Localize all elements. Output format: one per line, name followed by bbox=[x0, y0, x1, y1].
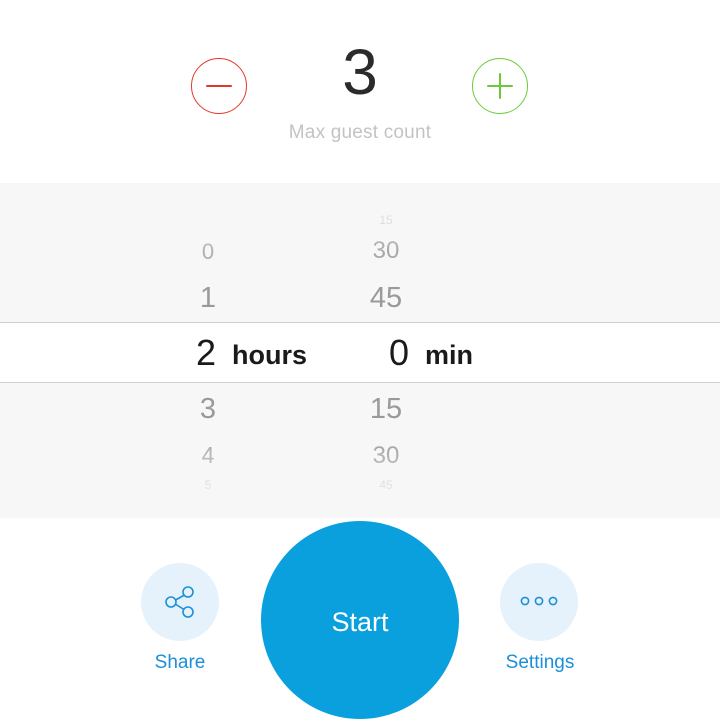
minutes-option[interactable]: 45 bbox=[346, 479, 426, 491]
start-button[interactable]: Start bbox=[261, 521, 459, 719]
guest-count-label: Max guest count bbox=[288, 122, 432, 143]
settings-button[interactable] bbox=[500, 563, 578, 641]
minus-icon bbox=[206, 85, 232, 87]
share-button[interactable] bbox=[141, 563, 219, 641]
settings-label[interactable]: Settings bbox=[480, 652, 600, 674]
minutes-option[interactable]: 30 bbox=[346, 239, 426, 263]
hours-selected-value[interactable]: 2 bbox=[196, 333, 216, 373]
duration-picker[interactable]: 0 1 2 hours 3 4 5 15 30 45 0 min 15 30 4… bbox=[0, 183, 720, 518]
start-label: Start bbox=[331, 607, 389, 637]
minutes-selected-value[interactable]: 0 bbox=[389, 333, 409, 373]
hours-option[interactable]: 0 bbox=[168, 241, 248, 263]
minutes-option[interactable]: 15 bbox=[346, 395, 426, 424]
hours-option[interactable]: 4 bbox=[168, 444, 248, 467]
more-dots-icon bbox=[520, 596, 558, 606]
decrease-guest-button[interactable] bbox=[191, 58, 247, 114]
share-icon bbox=[165, 586, 194, 618]
minutes-option[interactable]: 45 bbox=[346, 284, 426, 313]
increase-guest-button[interactable] bbox=[472, 58, 528, 114]
picker-selection-band bbox=[0, 322, 720, 383]
share-label[interactable]: Share bbox=[120, 652, 240, 674]
minutes-option[interactable]: 30 bbox=[346, 444, 426, 468]
hours-option[interactable]: 5 bbox=[168, 479, 248, 491]
minutes-option[interactable]: 15 bbox=[346, 214, 426, 226]
guest-count-value: 3 bbox=[342, 36, 378, 108]
hours-unit-label: hours bbox=[232, 340, 308, 370]
hours-option[interactable]: 3 bbox=[168, 395, 248, 424]
hours-option[interactable]: 1 bbox=[168, 284, 248, 313]
minutes-unit-label: min bbox=[425, 340, 474, 370]
plus-icon bbox=[487, 73, 513, 99]
